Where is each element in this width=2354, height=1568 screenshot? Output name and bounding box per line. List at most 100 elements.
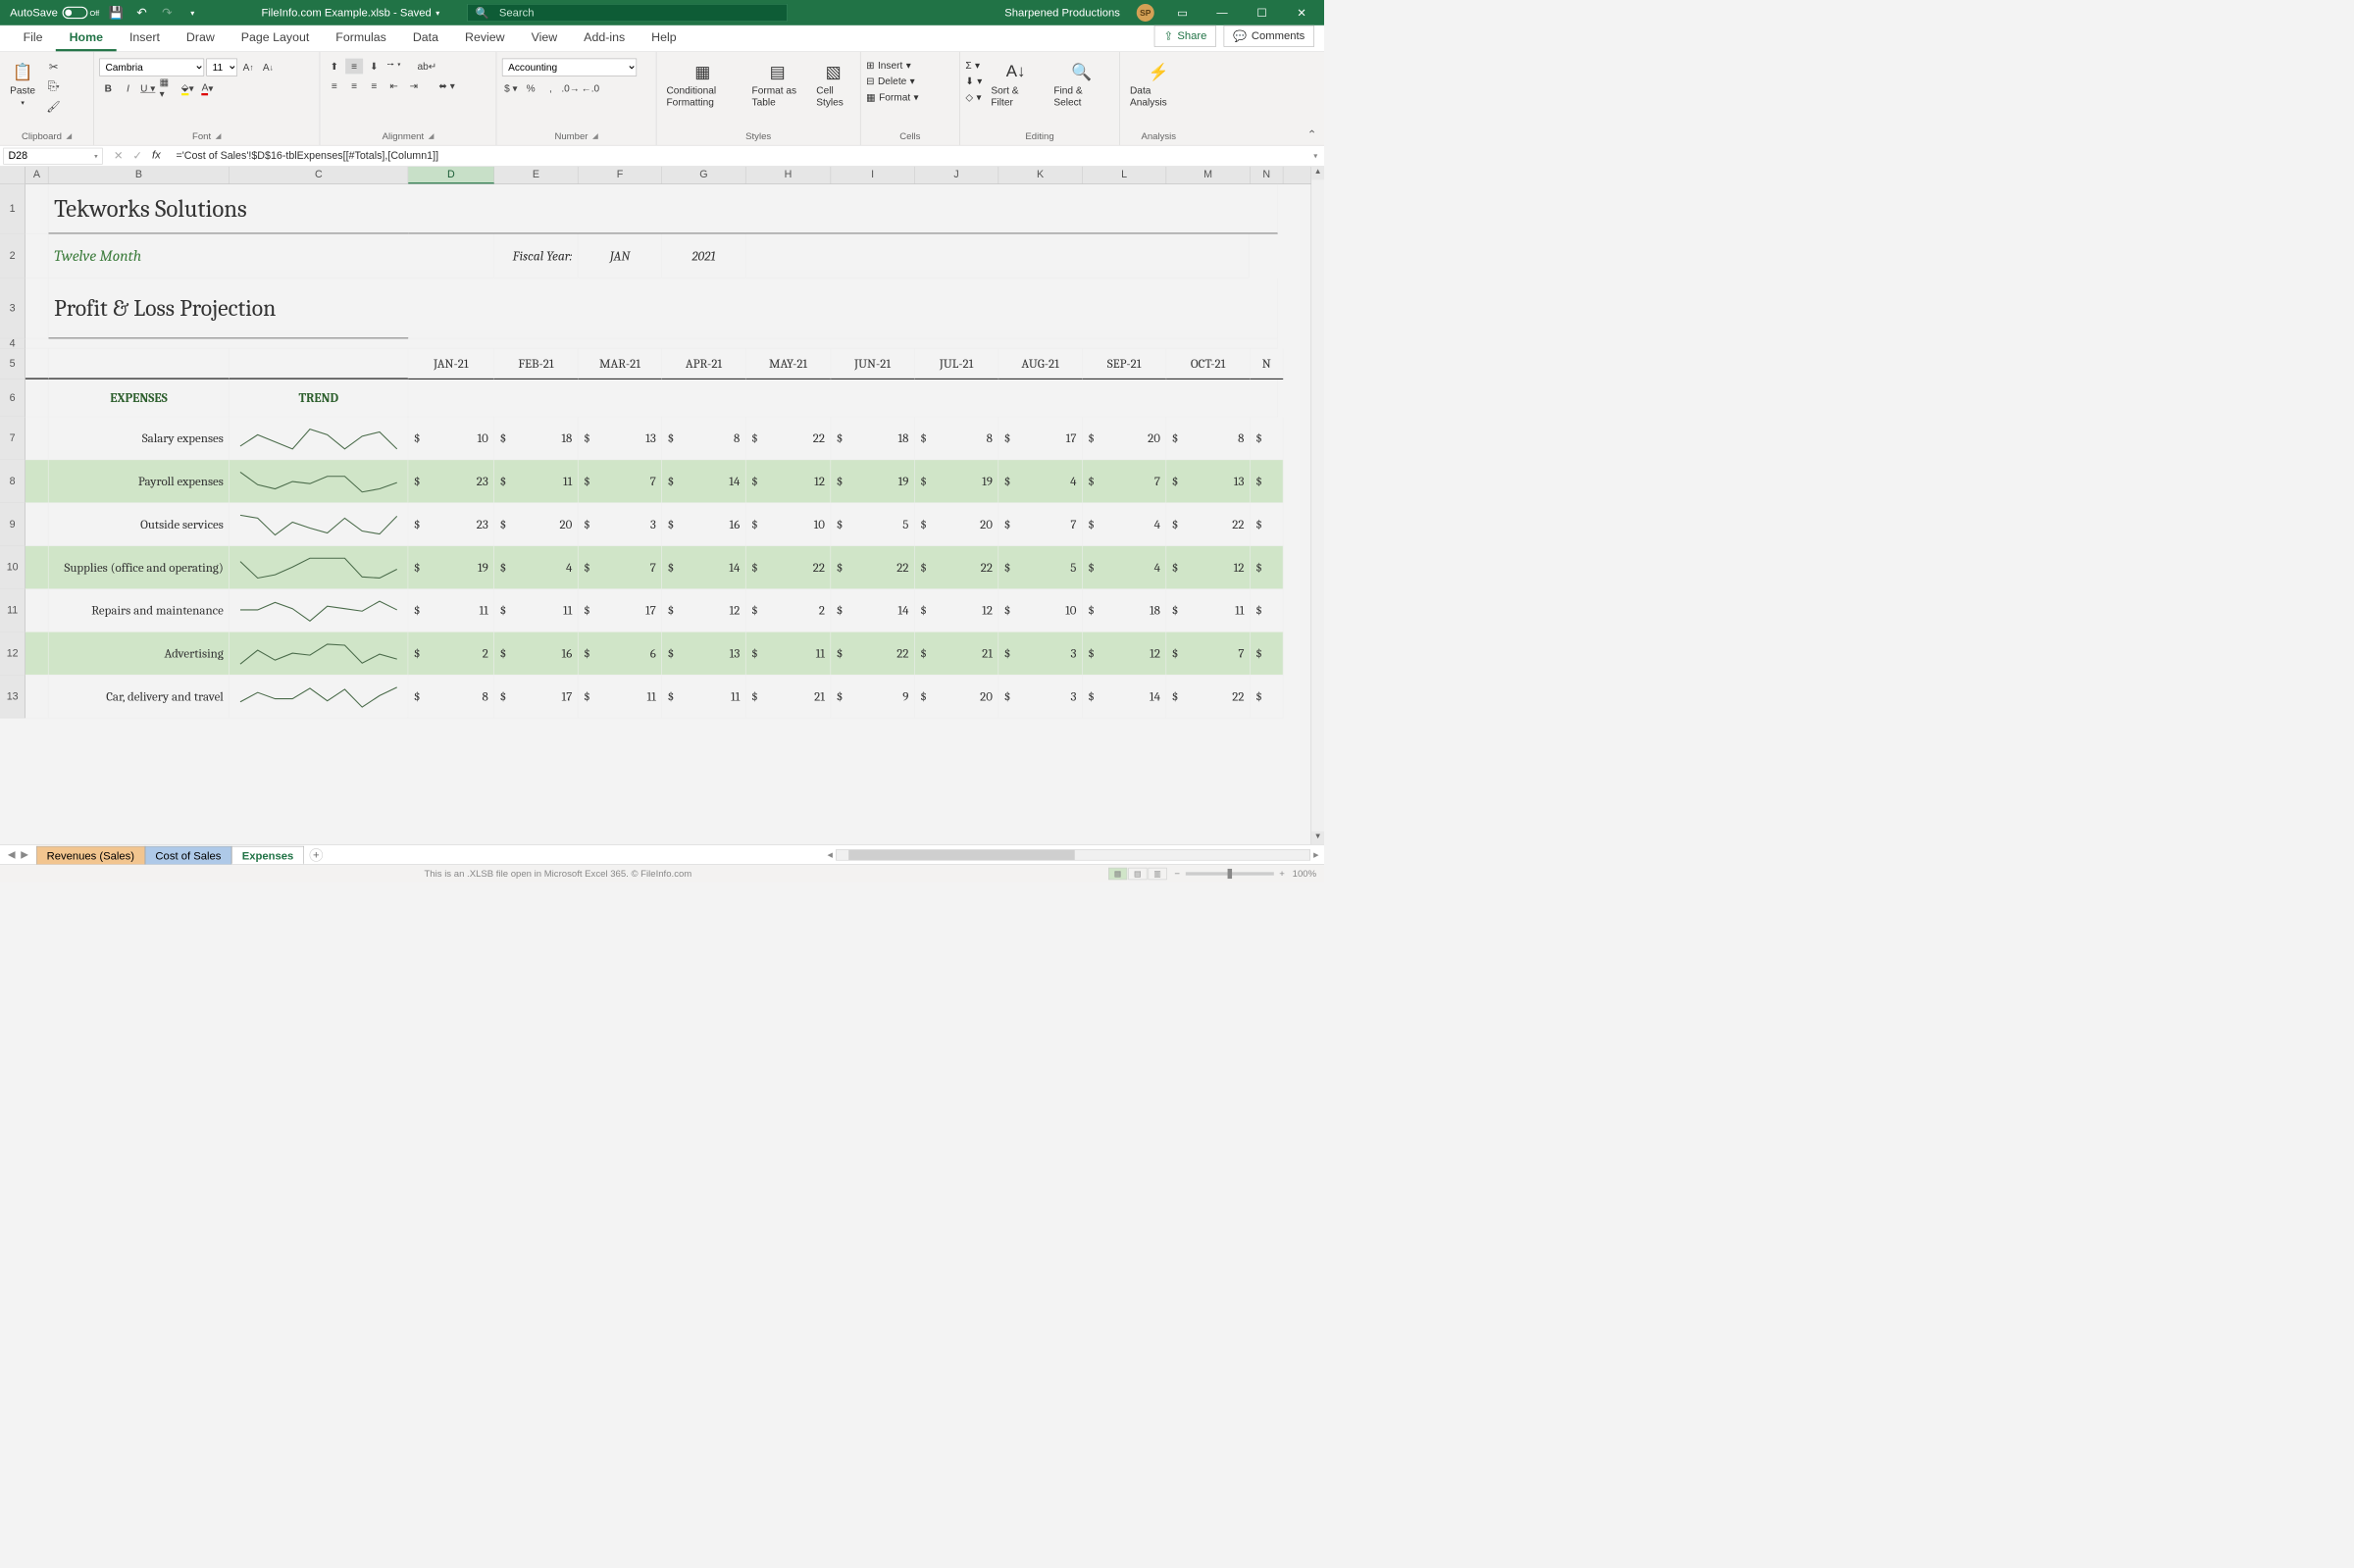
tab-addins[interactable]: Add-ins [571,25,639,51]
decrease-font-button[interactable]: A↓ [259,60,277,76]
horizontal-scrollbar[interactable]: ◀ ▶ [329,845,1324,865]
font-color-button[interactable]: A ▾ [199,80,217,96]
align-right-button[interactable]: ≡ [365,78,383,94]
sheet-tab-cost-of-sales[interactable]: Cost of Sales [145,846,231,865]
dialog-launcher-icon[interactable]: ◢ [66,131,72,140]
dialog-launcher-icon[interactable]: ◢ [216,131,222,140]
italic-button[interactable]: I [120,80,137,96]
row-header[interactable]: 1 [0,184,26,234]
tab-review[interactable]: Review [452,25,519,51]
undo-icon[interactable]: ↶ [133,5,150,22]
search-input[interactable] [499,6,779,19]
sheet-nav-next-icon[interactable]: ▶ [21,849,28,861]
page-layout-view-button[interactable]: ▤ [1128,868,1147,880]
tab-help[interactable]: Help [639,25,690,51]
document-title[interactable]: FileInfo.com Example.xlsb - Saved ▾ [262,6,440,19]
row-header[interactable]: 5 [0,349,26,380]
col-header[interactable]: A [26,167,49,183]
col-header[interactable]: J [915,167,999,183]
decrease-decimal-button[interactable]: ←.0 [582,80,599,96]
col-header[interactable]: B [49,167,230,183]
comma-button[interactable]: , [541,80,559,96]
col-header[interactable]: L [1083,167,1167,183]
ribbon-display-icon[interactable]: ▭ [1171,5,1195,22]
increase-decimal-button[interactable]: .0→ [562,80,580,96]
col-header[interactable]: G [662,167,746,183]
name-box[interactable]: D28▾ [3,147,102,164]
data-analysis-button[interactable]: ⚡Data Analysis [1126,59,1193,111]
minimize-icon[interactable]: — [1210,5,1234,22]
cut-button[interactable]: ✂ [44,59,63,76]
collapse-ribbon-button[interactable]: ⌃ [1300,125,1324,145]
col-header[interactable]: F [579,167,663,183]
redo-icon[interactable]: ↷ [159,5,176,22]
col-header[interactable]: H [746,167,832,183]
delete-cells-button[interactable]: ⊟Delete ▾ [866,75,915,88]
tab-data[interactable]: Data [399,25,451,51]
number-format-select[interactable]: Accounting [502,59,637,76]
col-header[interactable]: M [1166,167,1251,183]
fill-color-button[interactable]: ⬙ ▾ [179,80,196,96]
tab-insert[interactable]: Insert [116,25,173,51]
row-header[interactable]: 12 [0,632,26,676]
orientation-button[interactable]: ⭬ ▾ [385,59,403,75]
merge-center-button[interactable]: ⬌ ▾ [438,78,456,94]
font-name-select[interactable]: Cambria [99,59,204,76]
dialog-launcher-icon[interactable]: ◢ [592,131,598,140]
bold-button[interactable]: B [99,80,117,96]
sheet-tab-expenses[interactable]: Expenses [231,846,304,865]
close-icon[interactable]: ✕ [1290,5,1313,22]
row-header[interactable]: 11 [0,589,26,632]
align-left-button[interactable]: ≡ [326,78,343,94]
font-size-select[interactable]: 11 [206,59,237,76]
fx-icon[interactable]: fx [152,149,161,163]
border-button[interactable]: ▦ ▾ [159,80,177,96]
percent-button[interactable]: % [522,80,539,96]
format-painter-button[interactable]: 🖌 [44,98,63,115]
save-icon[interactable]: 💾 [108,5,125,22]
share-button[interactable]: ⇪Share [1154,25,1216,47]
tab-file[interactable]: File [10,25,56,51]
zoom-level[interactable]: 100% [1293,868,1316,879]
account-avatar[interactable]: SP [1137,4,1154,22]
tab-pagelayout[interactable]: Page Layout [228,25,322,51]
paste-button[interactable]: 📋 Paste ▾ [6,59,40,109]
increase-indent-button[interactable]: ⇥ [405,78,423,94]
search-box[interactable]: 🔍 [467,4,787,22]
maximize-icon[interactable]: ☐ [1251,5,1274,22]
clear-button[interactable]: ◇ ▾ [965,90,982,104]
expand-formula-bar-icon[interactable]: ▾ [1307,151,1324,161]
tab-home[interactable]: Home [56,25,116,51]
col-header[interactable]: K [998,167,1083,183]
zoom-slider[interactable] [1186,872,1274,875]
tab-view[interactable]: View [518,25,571,51]
decrease-indent-button[interactable]: ⇤ [385,78,403,94]
tab-draw[interactable]: Draw [173,25,228,51]
row-header[interactable]: 9 [0,503,26,546]
format-as-table-button[interactable]: ▤Format as Table [747,59,807,111]
cancel-formula-icon[interactable]: ✕ [114,149,123,163]
format-cells-button[interactable]: ▦Format ▾ [866,90,918,104]
autosum-button[interactable]: Σ ▾ [965,59,982,73]
copy-button[interactable]: ⎘▾ [44,78,63,95]
align-top-button[interactable]: ⬆ [326,59,343,75]
align-center-button[interactable]: ≡ [345,78,363,94]
insert-cells-button[interactable]: ⊞Insert ▾ [866,59,911,73]
page-break-view-button[interactable]: ▥ [1148,868,1166,880]
cell-styles-button[interactable]: ▧Cell Styles [812,59,855,111]
row-header[interactable]: 4 [0,338,26,348]
add-sheet-button[interactable]: + [310,848,324,862]
zoom-out-button[interactable]: − [1174,868,1180,879]
underline-button[interactable]: U ▾ [139,80,157,96]
accounting-format-button[interactable]: $ ▾ [502,80,520,96]
enter-formula-icon[interactable]: ✓ [132,149,141,163]
col-header[interactable]: N [1251,167,1284,183]
align-bottom-button[interactable]: ⬇ [365,59,383,75]
fill-button[interactable]: ⬇ ▾ [965,75,982,88]
col-header[interactable]: I [831,167,915,183]
sort-filter-button[interactable]: A↓Sort & Filter [987,59,1045,111]
row-header[interactable]: 3 [0,278,26,339]
increase-font-button[interactable]: A↑ [239,60,257,76]
conditional-formatting-button[interactable]: ▦Conditional Formatting [662,59,743,111]
dialog-launcher-icon[interactable]: ◢ [429,131,435,140]
